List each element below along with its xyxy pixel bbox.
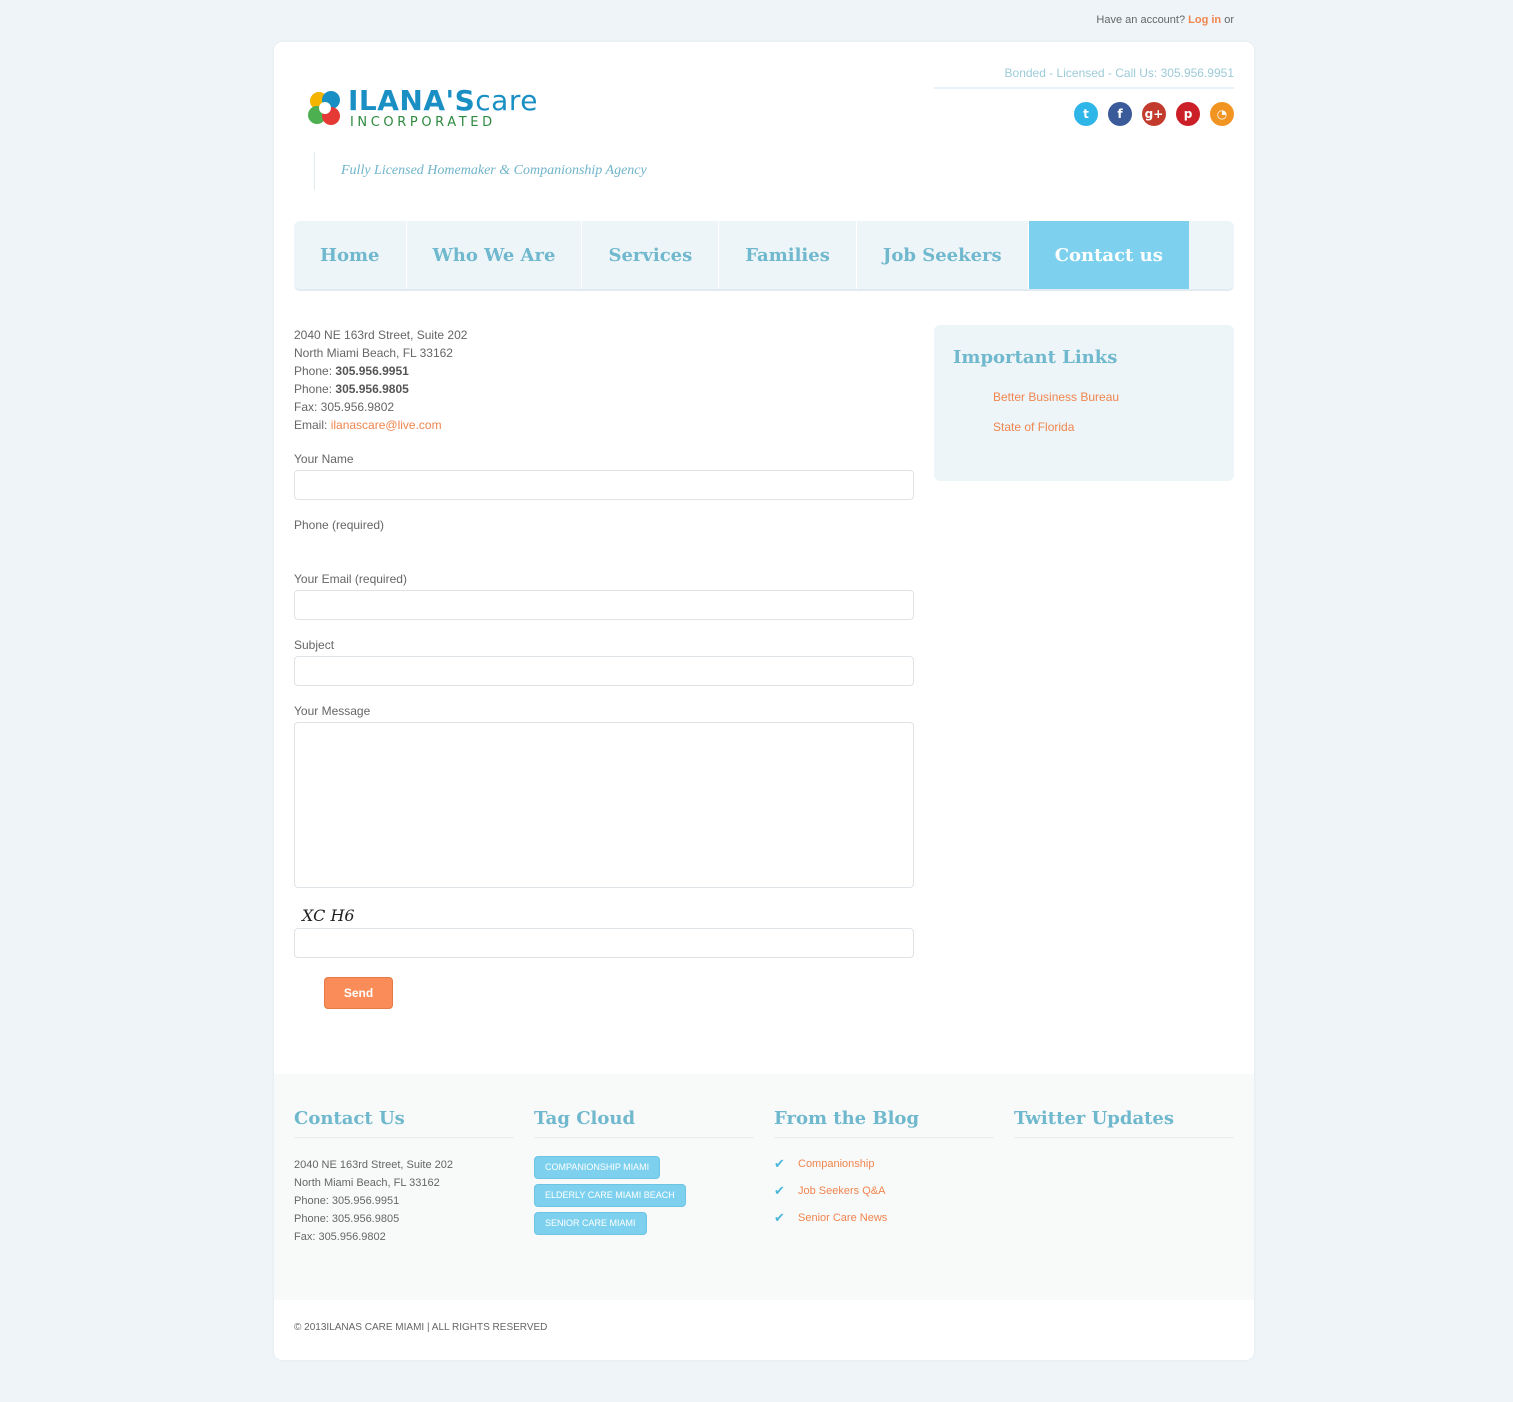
- footer-contact-line: Phone: 305.956.9951: [294, 1195, 400, 1207]
- email-input[interactable]: [294, 590, 914, 620]
- copyright: © 2013ILANAS CARE MIAMI | ALL RIGHTS RES…: [294, 1322, 548, 1333]
- phone-label: Phone:: [294, 364, 333, 378]
- nav-job-seekers[interactable]: Job Seekers: [857, 221, 1029, 289]
- header-call-text: Bonded - Licensed - Call Us: 305.956.995…: [1004, 66, 1234, 80]
- footer-tag-cloud: Tag Cloud COMPANIONSHIP MIAMI ELDERLY CAR…: [534, 1108, 754, 1240]
- footer: Contact Us 2040 NE 163rd Street, Suite 2…: [274, 1074, 1254, 1300]
- blog-item: ✔ Senior Care News: [774, 1210, 994, 1226]
- footer-contact: Contact Us 2040 NE 163rd Street, Suite 2…: [294, 1108, 514, 1246]
- check-icon: ✔: [774, 1183, 785, 1198]
- google-plus-icon[interactable]: g+: [1142, 102, 1166, 126]
- name-input[interactable]: [294, 470, 914, 500]
- blog-link[interactable]: Job Seekers Q&A: [798, 1185, 885, 1197]
- header-divider: [934, 87, 1234, 89]
- contact-details: 2040 NE 163rd Street, Suite 202 North Mi…: [294, 326, 467, 434]
- logo-main: ILANA'S: [348, 84, 476, 117]
- phone-1: 305.956.9951: [335, 364, 409, 378]
- footer-contact-line: Fax: 305.956.9802: [294, 1231, 386, 1243]
- blog-item: ✔ Companionship: [774, 1156, 994, 1172]
- page-container: ILANA'Scare INCORPORATED Fully Licensed …: [274, 42, 1254, 1360]
- link-better-business-bureau[interactable]: Better Business Bureau: [993, 390, 1119, 404]
- login-link[interactable]: Log in: [1188, 14, 1221, 26]
- check-icon: ✔: [774, 1156, 785, 1171]
- nav-who-we-are[interactable]: Who We Are: [407, 221, 583, 289]
- nav-families[interactable]: Families: [719, 221, 857, 289]
- name-label: Your Name: [294, 452, 354, 466]
- nav-contact-us[interactable]: Contact us: [1028, 221, 1189, 289]
- message-textarea[interactable]: [294, 722, 914, 888]
- pinterest-icon[interactable]: p: [1176, 102, 1200, 126]
- contact-form: Your Name Phone (required) Your Email (r…: [294, 452, 914, 958]
- tag-link[interactable]: SENIOR CARE MIAMI: [534, 1212, 647, 1235]
- footer-contact-title: Contact Us: [294, 1108, 514, 1138]
- footer-contact-lines: 2040 NE 163rd Street, Suite 202 North Mia…: [294, 1156, 514, 1246]
- site-tagline: Fully Licensed Homemaker & Companionship…: [314, 152, 647, 190]
- captcha-image: XC H6: [302, 906, 355, 925]
- check-icon: ✔: [774, 1210, 785, 1225]
- email-label: Email:: [294, 418, 328, 432]
- account-bar: Have an account? Log in or: [1096, 14, 1234, 26]
- facebook-icon[interactable]: f: [1108, 102, 1132, 126]
- phone-field-label: Phone (required): [294, 518, 385, 532]
- blog-list: ✔ Companionship ✔ Job Seekers Q&A ✔ Senior Ca…: [774, 1156, 994, 1226]
- important-links-widget: Important Links Better Business Bureau S…: [934, 325, 1234, 481]
- twitter-title: Twitter Updates: [1014, 1108, 1234, 1138]
- tag-list: COMPANIONSHIP MIAMI ELDERLY CARE MIAMI BE…: [534, 1156, 754, 1240]
- logo-care: care: [475, 84, 538, 117]
- sidebar-title: Important Links: [953, 347, 1118, 368]
- footer-contact-line: 2040 NE 163rd Street, Suite 202: [294, 1159, 453, 1171]
- logo-text: ILANA'Scare INCORPORATED: [348, 86, 538, 130]
- link-state-of-florida[interactable]: State of Florida: [993, 420, 1074, 434]
- subject-label: Subject: [294, 638, 335, 652]
- blog-item: ✔ Job Seekers Q&A: [774, 1183, 994, 1199]
- email-link[interactable]: ilanascare@live.com: [331, 418, 442, 432]
- account-or: or: [1224, 14, 1234, 26]
- address-line-2: North Miami Beach, FL 33162: [294, 346, 453, 360]
- site-logo[interactable]: ILANA'Scare INCORPORATED: [306, 86, 546, 132]
- account-prompt: Have an account?: [1096, 14, 1186, 26]
- phone-2: 305.956.9805: [335, 382, 409, 396]
- footer-contact-line: Phone: 305.956.9805: [294, 1213, 400, 1225]
- logo-flower-icon: [308, 91, 340, 125]
- nav-services[interactable]: Services: [582, 221, 720, 289]
- tag-link[interactable]: COMPANIONSHIP MIAMI: [534, 1156, 661, 1179]
- message-label: Your Message: [294, 704, 371, 718]
- social-links: t f g+ p ◔: [1074, 102, 1234, 126]
- tag-cloud-title: Tag Cloud: [534, 1108, 754, 1138]
- email-field-label: Your Email (required): [294, 572, 407, 586]
- blog-title: From the Blog: [774, 1108, 994, 1138]
- logo-subtitle: INCORPORATED: [350, 115, 496, 130]
- footer-contact-line: North Miami Beach, FL 33162: [294, 1177, 440, 1189]
- blog-link[interactable]: Companionship: [798, 1158, 874, 1170]
- subject-input[interactable]: [294, 656, 914, 686]
- footer-blog: From the Blog ✔ Companionship ✔ Job Seekers…: [774, 1108, 994, 1237]
- send-button[interactable]: Send: [324, 977, 393, 1009]
- captcha-input[interactable]: [294, 928, 914, 958]
- rss-icon[interactable]: ◔: [1210, 102, 1234, 126]
- fax-line: Fax: 305.956.9802: [294, 400, 395, 414]
- footer-twitter: Twitter Updates: [1014, 1108, 1234, 1138]
- twitter-icon[interactable]: t: [1074, 102, 1098, 126]
- blog-link[interactable]: Senior Care News: [798, 1212, 887, 1224]
- tag-link[interactable]: ELDERLY CARE MIAMI BEACH: [534, 1184, 686, 1207]
- address-line-1: 2040 NE 163rd Street, Suite 202: [294, 328, 468, 342]
- phone-label: Phone:: [294, 382, 333, 396]
- nav-home[interactable]: Home: [294, 221, 407, 289]
- main-nav: Home Who We Are Services Families Job Seeker…: [294, 221, 1234, 291]
